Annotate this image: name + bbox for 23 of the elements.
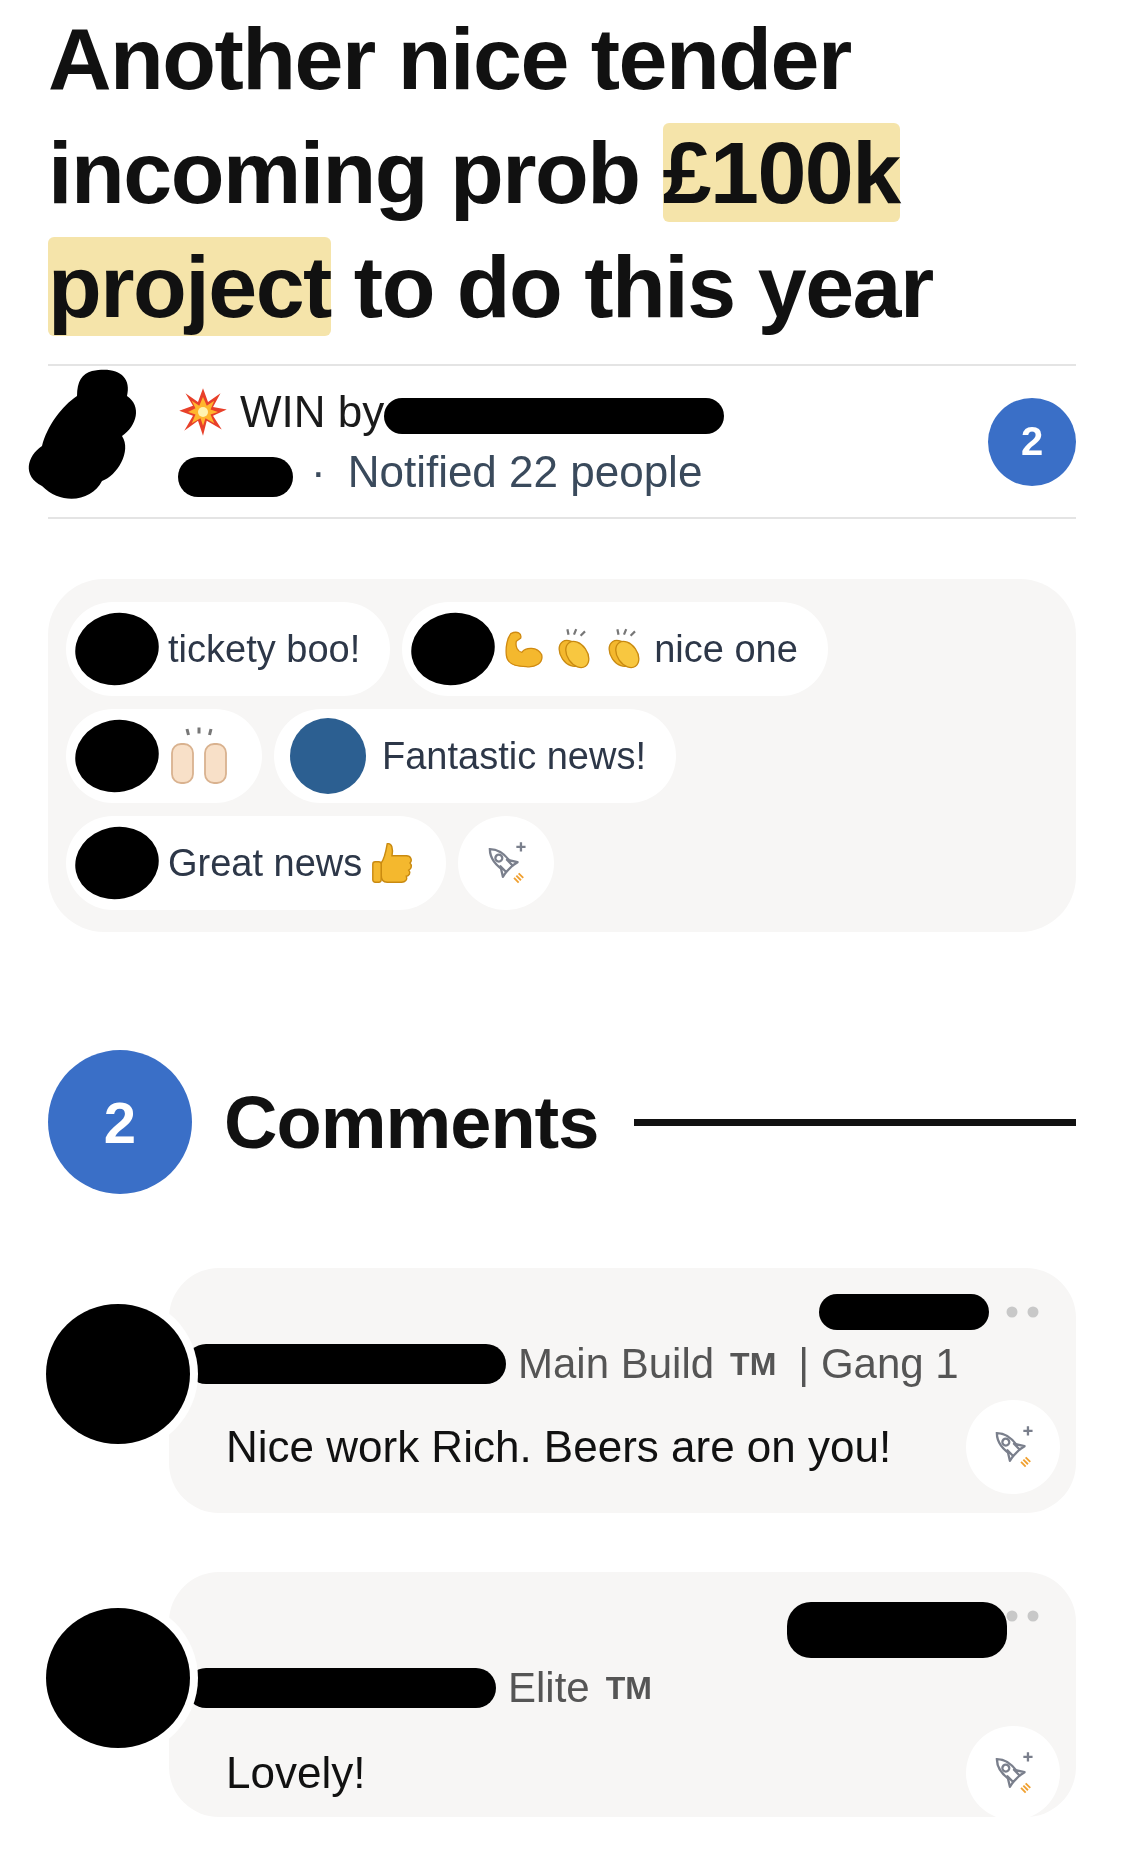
reaction-text: nice one [654,627,798,671]
author-name: Elite [508,1664,590,1712]
reaction-text: tickety boo! [168,627,361,671]
reaction-chip[interactable]: Fantastic news! [274,709,676,803]
team-label: | Gang 1 [798,1340,959,1388]
reaction-chip[interactable]: Great news [66,816,447,910]
reaction-chip[interactable]: nice one [402,602,828,696]
author-name: Main Build [518,1340,715,1388]
count-badge: 2 [988,397,1076,486]
more-icon [1006,1306,1040,1318]
separator-dot: · [311,445,326,498]
trademark-label: TM [730,1345,777,1383]
reaction-text: Fantastic news! [382,734,646,778]
comment-text: Nice work Rich. Beers are on you! [226,1422,892,1472]
reaction-text: Great news [168,841,363,885]
trademark-label: TM [605,1669,652,1707]
reaction-chip[interactable]: tickety boo! [66,602,391,696]
section-title: Comments [224,1079,599,1165]
comment-text: Lovely! [226,1748,366,1798]
win-label: WIN by [240,385,385,438]
count-badge: 2 [48,1050,192,1194]
notified-count: Notified 22 people [347,445,703,498]
more-icon [1006,1610,1040,1622]
